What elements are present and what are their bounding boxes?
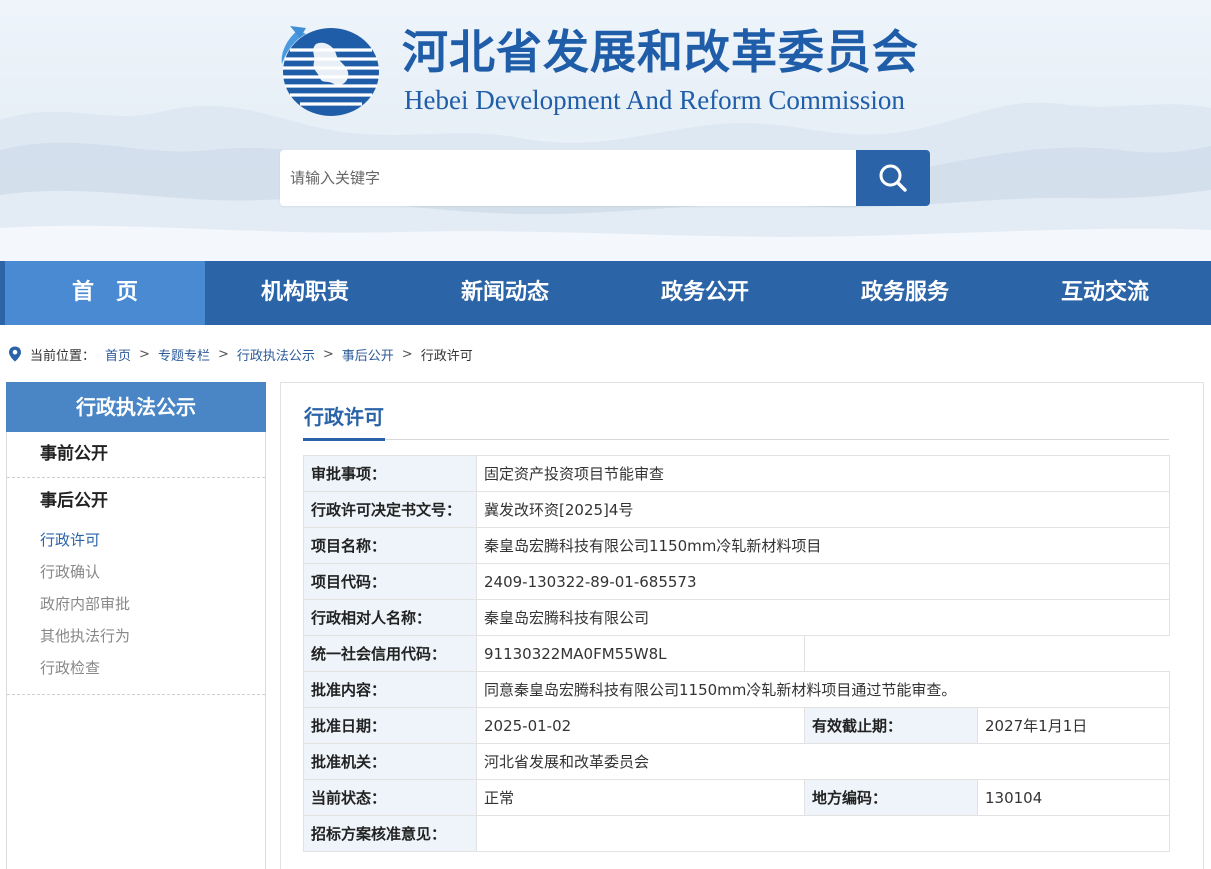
field-value: 冀发改环资[2025]4号 <box>475 491 1171 528</box>
field-value <box>475 815 1171 852</box>
field-label: 批准机关： <box>303 743 477 780</box>
location-pin-icon <box>9 346 21 362</box>
breadcrumb-separator: > <box>401 346 413 362</box>
field-value: 91130322MA0FM55W8L <box>476 635 805 672</box>
breadcrumb-prefix: 当前位置： <box>30 348 96 364</box>
table-row: 审批事项： 固定资产投资项目节能审查 <box>303 455 1171 492</box>
license-detail-table: 审批事项： 固定资产投资项目节能审查 行政许可决定书文号： 冀发改环资[2025… <box>303 455 1171 852</box>
search-input[interactable] <box>280 150 856 206</box>
field-label: 审批事项： <box>303 455 477 492</box>
breadcrumb-current: 行政许可 <box>420 348 473 364</box>
sidebar-item-administrative-license[interactable]: 行政许可 <box>7 524 265 556</box>
main-nav: 首 页 机构职责 新闻动态 政务公开 政务服务 互动交流 <box>0 261 1211 325</box>
field-label: 行政相对人名称： <box>303 599 477 636</box>
field-label: 批准日期： <box>303 707 477 744</box>
page-title: 行政许可 <box>303 401 385 441</box>
table-row: 批准内容： 同意秦皇岛宏腾科技有限公司1150mm冷轧新材料项目通过节能审查。 <box>303 671 1171 708</box>
field-value: 同意秦皇岛宏腾科技有限公司1150mm冷轧新材料项目通过节能审查。 <box>475 671 1171 708</box>
field-label: 有效截止期： <box>804 707 978 744</box>
search-icon <box>879 164 907 192</box>
field-value: 秦皇岛宏腾科技有限公司 <box>475 599 1171 636</box>
table-row: 统一社会信用代码： 91130322MA0FM55W8L <box>303 635 1170 672</box>
sidebar-section-pre-disclosure[interactable]: 事前公开 <box>7 432 265 478</box>
nav-item-government-services[interactable]: 政务服务 <box>805 261 1005 325</box>
table-row: 行政相对人名称： 秦皇岛宏腾科技有限公司 <box>303 599 1171 636</box>
table-row: 项目名称： 秦皇岛宏腾科技有限公司1150mm冷轧新材料项目 <box>303 527 1171 564</box>
field-label: 批准内容： <box>303 671 477 708</box>
table-row: 招标方案核准意见： <box>303 815 1171 852</box>
breadcrumb-separator: > <box>322 346 334 362</box>
nav-item-news[interactable]: 新闻动态 <box>405 261 605 325</box>
site-title-cn: 河北省发展和改革委员会 <box>402 25 919 79</box>
field-value: 正常 <box>476 779 805 816</box>
sidebar-title: 行政执法公示 <box>6 382 266 432</box>
field-label: 项目名称： <box>303 527 477 564</box>
sidebar-item-internal-approval[interactable]: 政府内部审批 <box>7 588 265 620</box>
nav-item-interaction[interactable]: 互动交流 <box>1005 261 1205 325</box>
field-value: 秦皇岛宏腾科技有限公司1150mm冷轧新材料项目 <box>475 527 1171 564</box>
field-value: 2027年1月1日 <box>976 707 1171 744</box>
sidebar-divider <box>7 694 265 695</box>
field-value: 2409-130322-89-01-685573 <box>475 563 1171 600</box>
field-value: 河北省发展和改革委员会 <box>475 743 1171 780</box>
breadcrumb-link-post-disclosure[interactable]: 事后公开 <box>342 345 394 364</box>
field-value: 2025-01-02 <box>476 707 805 744</box>
table-row: 批准日期： 2025-01-02 有效截止期： 2027年1月1日 <box>303 707 1171 744</box>
field-label: 地方编码： <box>804 779 978 816</box>
sidebar: 行政执法公示 事前公开 事后公开 行政许可 行政确认 政府内部审批 其他执法行为… <box>6 382 266 869</box>
nav-item-government-affairs[interactable]: 政务公开 <box>605 261 805 325</box>
table-row: 当前状态： 正常 地方编码： 130104 <box>303 779 1171 816</box>
breadcrumb-separator: > <box>217 346 229 362</box>
search-button[interactable] <box>856 150 930 206</box>
main-title-row: 行政许可 <box>303 401 1169 441</box>
site-header: 河北省发展和改革委员会 Hebei Development And Reform… <box>0 0 1211 261</box>
table-row: 批准机关： 河北省发展和改革委员会 <box>303 743 1171 780</box>
field-label: 当前状态： <box>303 779 477 816</box>
table-row: 项目代码： 2409-130322-89-01-685573 <box>303 563 1171 600</box>
nav-item-home[interactable]: 首 页 <box>5 261 205 325</box>
empty-cell <box>803 635 1170 672</box>
field-label: 项目代码： <box>303 563 477 600</box>
field-label: 行政许可决定书文号： <box>303 491 477 528</box>
field-value: 130104 <box>976 779 1171 816</box>
field-label: 招标方案核准意见： <box>303 815 477 852</box>
site-title-en: Hebei Development And Reform Commission <box>404 85 905 115</box>
field-label: 统一社会信用代码： <box>303 635 477 672</box>
sidebar-item-administrative-inspection[interactable]: 行政检查 <box>7 652 265 684</box>
main-content: 行政许可 审批事项： 固定资产投资项目节能审查 行政许可决定书文号： 冀发改环资… <box>280 382 1204 869</box>
sidebar-section-post-disclosure[interactable]: 事后公开 <box>7 478 265 524</box>
breadcrumb-link-enforcement[interactable]: 行政执法公示 <box>237 345 315 364</box>
breadcrumb-link-topics[interactable]: 专题专栏 <box>158 345 210 364</box>
table-row: 行政许可决定书文号： 冀发改环资[2025]4号 <box>303 491 1171 528</box>
breadcrumb-separator: > <box>139 346 150 362</box>
sidebar-item-other-enforcement[interactable]: 其他执法行为 <box>7 620 265 652</box>
breadcrumb-link-home[interactable]: 首页 <box>105 345 131 364</box>
commission-logo <box>281 26 379 116</box>
nav-item-responsibilities[interactable]: 机构职责 <box>205 261 405 325</box>
breadcrumb: 当前位置： 首页 > 专题专栏 > 行政执法公示 > 事后公开 > 行政许可 <box>8 342 473 366</box>
field-value: 固定资产投资项目节能审查 <box>475 455 1171 492</box>
sidebar-item-administrative-confirmation[interactable]: 行政确认 <box>7 556 265 588</box>
